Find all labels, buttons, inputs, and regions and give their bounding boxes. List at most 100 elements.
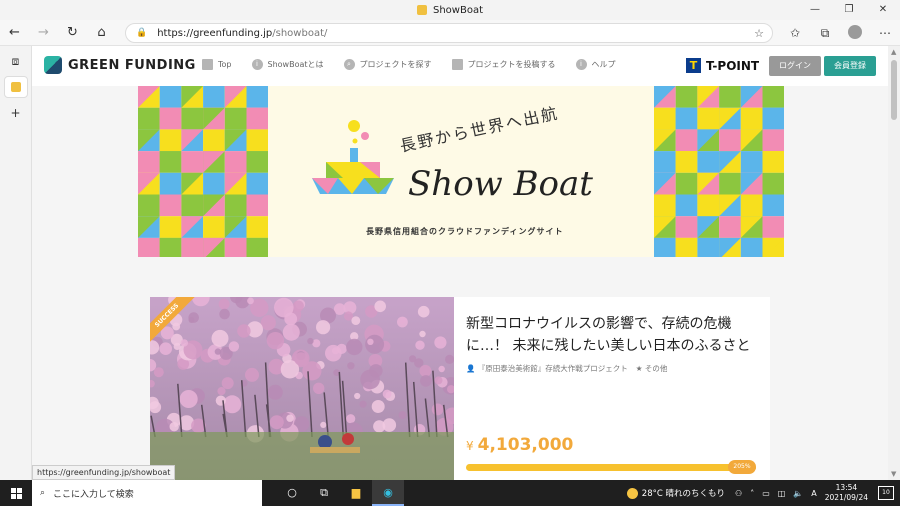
nav-item-about[interactable]: i ShowBoatとは [251,59,324,70]
tpoint-text: T-POINT [706,58,760,73]
search-icon: ⌕ [40,488,46,498]
page-scrollbar[interactable]: ▲ ▼ [888,46,900,480]
search-placeholder: ここに入力して検索 [53,489,134,500]
windows-taskbar: ⌕ ここに入力して検索 ○ ⧉ ▆ ◉ 28°C 晴れのちくもり ⚇ ˄ ▭ ◫… [0,480,900,506]
task-view-icon[interactable]: ⧉ [308,480,340,506]
favorites-icon[interactable]: ✩ [780,26,810,40]
battery-icon[interactable]: ▭ [762,489,770,498]
ime-indicator[interactable]: A [811,489,816,498]
window-controls: — ❐ ✕ [798,0,900,20]
site-logo[interactable]: GREEN FUNDING [44,56,196,74]
category-name: その他 [644,364,668,373]
tpoint-logo[interactable]: T T-POINT [686,58,759,73]
weather-text: 28°C 晴れのちくもり [641,489,726,499]
network-icon[interactable]: ◫ [778,489,786,498]
pattern-right [654,86,784,257]
owner-name: 『原田泰治美術館』存続大作戦プロジェクト [477,364,628,373]
address-bar[interactable]: 🔒 https://greenfunding.jp /showboat/ ☆ [125,23,773,43]
project-image[interactable]: SUCCESS [150,297,454,480]
progress-bar: 205% [466,460,756,474]
favorite-star-icon[interactable]: ☆ [754,27,764,40]
banner-center: 長野から世界へ出航 Show Boat 長野県信用組合のクラウドファンディングサ… [268,86,654,257]
document-icon [451,59,463,70]
progress-percent: 205% [728,460,756,474]
clock-date: 2021/09/24 [824,493,868,502]
hero-banner[interactable]: 長野から世界へ出航 Show Boat 長野県信用組合のクラウドファンディングサ… [138,86,784,257]
weather-icon [626,487,638,499]
nav-label: プロジェクトを探す [359,60,432,69]
login-button[interactable]: ログイン [769,56,821,76]
site-nav: Top i ShowBoatとは ⌕ プロジェクトを探す プロジェクトを投稿する i… [202,59,616,70]
scrollbar-thumb[interactable] [891,60,897,120]
banner-tagline: 長野県信用組合のクラウドファンディングサイト [366,227,564,236]
new-tab-button[interactable]: + [4,102,28,124]
scroll-down-icon[interactable]: ▼ [891,470,896,478]
currency-symbol: ¥ [466,439,474,453]
notification-button[interactable]: 10 [878,486,894,500]
nav-label: プロジェクトを投稿する [467,60,556,69]
edge-icon[interactable]: ◉ [372,480,404,506]
profile-button[interactable] [840,24,870,42]
volume-icon[interactable]: 🔈 [793,489,803,498]
logo-mark-icon [44,56,62,74]
people-icon[interactable]: ⚇ [735,489,742,498]
url-host: https://greenfunding.jp [157,27,273,39]
info-icon: i [251,59,263,70]
funding-amount: ¥4,103,000 [466,435,573,455]
taskbar-search[interactable]: ⌕ ここに入力して検索 [32,480,262,506]
window-titlebar: ShowBoat — ❐ ✕ [0,0,900,20]
browser-tools: ✩ ⧉ ⋯ [780,20,900,46]
window-title-text: ShowBoat [432,4,483,16]
system-tray: 28°C 晴れのちくもり ⚇ ˄ ▭ ◫ 🔈 A 13:54 2021/09/2… [626,480,900,506]
close-button[interactable]: ✕ [866,0,900,20]
collections-icon[interactable]: ⧉ [810,26,840,41]
project-meta: 👤 『原田泰治美術館』存続大作戦プロジェクト ★ その他 [466,363,667,374]
site-header: GREEN FUNDING Top i ShowBoatとは ⌕ プロジェクトを探す… [32,46,888,86]
nav-item-search[interactable]: ⌕ プロジェクトを探す [343,59,432,70]
search-icon: ⌕ [343,59,355,70]
project-title[interactable]: 新型コロナウイルスの影響で、存続の危機に…！ 未来に残したい美しい日本のふるさと [466,313,760,357]
user-icon: 👤 [466,364,478,373]
register-button[interactable]: 会員登録 [824,56,876,76]
project-owner: 👤 『原田泰治美術館』存続大作戦プロジェクト [466,363,628,374]
back-icon[interactable]: ← [0,25,29,40]
refresh-icon[interactable]: ↻ [58,25,87,40]
scroll-up-icon[interactable]: ▲ [891,48,896,56]
cortana-icon[interactable]: ○ [276,480,308,506]
nav-label: ShowBoatとは [267,60,324,69]
window-title: ShowBoat [416,4,483,16]
star-icon: ★ [635,364,645,373]
banner-title: Show Boat [408,164,593,204]
home-icon [202,59,213,70]
project-category: ★ その他 [636,363,668,374]
tab-actions-icon[interactable]: ⧈ [4,50,28,72]
amount-value: 4,103,000 [477,435,574,455]
more-menu-icon[interactable]: ⋯ [870,26,900,40]
file-explorer-icon[interactable]: ▆ [340,480,372,506]
home-icon[interactable]: ⌂ [87,25,116,40]
start-button[interactable] [0,480,32,506]
lock-icon: 🔒 [136,28,148,38]
logo-text: GREEN FUNDING [68,57,196,73]
browser-toolbar: ← → ↻ ⌂ 🔒 https://greenfunding.jp /showb… [0,20,900,46]
info-icon: i [575,59,587,70]
avatar [848,24,862,39]
forward-icon[interactable]: → [29,25,58,40]
nav-label: ヘルプ [591,60,616,69]
minimize-button[interactable]: — [798,0,832,20]
weather-widget[interactable]: 28°C 晴れのちくもり [626,487,726,499]
tpoint-icon: T [686,58,701,73]
tab-showboat[interactable] [3,76,28,98]
vertical-tabs: ⧈ + [0,46,32,480]
pattern-left [138,86,268,257]
nav-item-help[interactable]: i ヘルプ [575,59,616,70]
project-card[interactable]: SUCCESS 新型コロナウイルスの影響で、存続の危機に…！ 未来に残したい美し… [150,297,770,480]
nav-item-post[interactable]: プロジェクトを投稿する [451,59,556,70]
url-path: /showboat/ [272,27,328,39]
taskbar-apps: ○ ⧉ ▆ ◉ [276,480,404,506]
clock[interactable]: 13:54 2021/09/24 [825,483,868,503]
orchard-illustration [150,297,454,480]
nav-item-top[interactable]: Top [202,59,232,70]
chevron-up-icon[interactable]: ˄ [750,489,754,498]
maximize-button[interactable]: ❐ [832,0,866,20]
